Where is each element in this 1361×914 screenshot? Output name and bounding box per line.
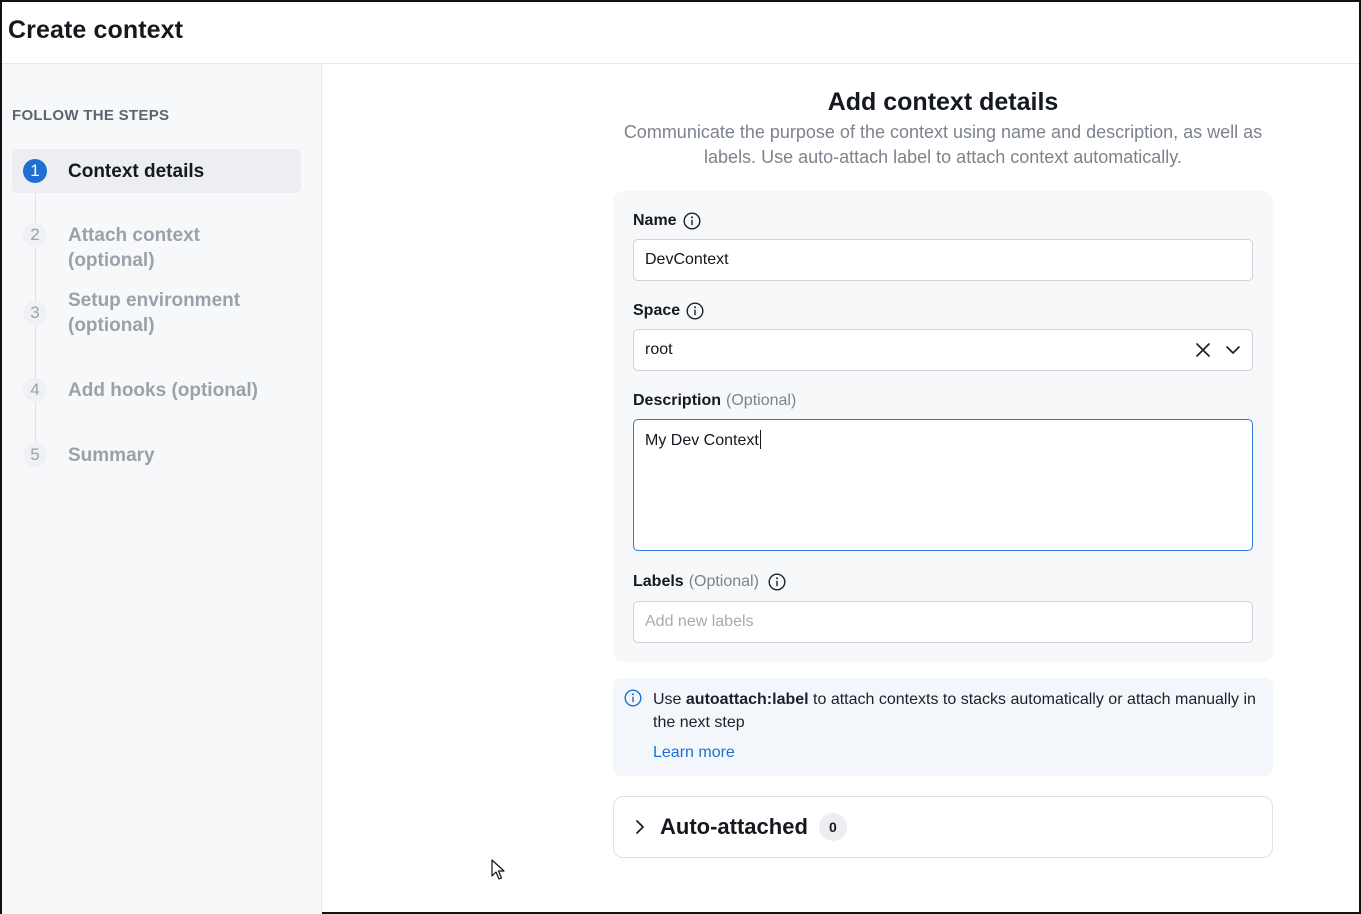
optional-tag: (Optional) <box>688 573 759 590</box>
step-setup-environment[interactable]: 3 Setup environment (optional) <box>12 288 301 338</box>
notice-prefix: Use <box>653 691 682 708</box>
name-field-label: Name <box>633 212 701 230</box>
step-number: 2 <box>23 223 47 247</box>
info-icon <box>624 689 642 712</box>
page-title: Create context <box>8 16 184 44</box>
info-icon[interactable] <box>686 302 704 320</box>
step-label: Context details <box>68 160 205 182</box>
labels-label-text: Labels <box>633 573 684 590</box>
description-textarea[interactable]: My Dev Context <box>633 419 1253 551</box>
step-number: 3 <box>23 301 47 325</box>
space-label-text: Space <box>633 302 681 319</box>
auto-attached-accordion[interactable]: Auto-attached 0 <box>613 796 1273 858</box>
learn-more-link[interactable]: Learn more <box>653 744 735 762</box>
description-value: My Dev Context <box>645 432 759 449</box>
select-controls <box>1194 341 1242 359</box>
info-icon[interactable] <box>683 212 701 230</box>
space-field-label: Space <box>633 302 704 320</box>
optional-tag: (Optional) <box>726 392 797 409</box>
step-add-hooks[interactable]: 4 Add hooks (optional) <box>12 378 301 403</box>
name-input[interactable]: DevContext <box>633 239 1253 281</box>
notice-keyword: autoattach:label <box>685 691 809 708</box>
step-summary[interactable]: 5 Summary <box>12 443 301 468</box>
step-number: 1 <box>23 159 47 183</box>
autoattach-notice: Use autoattach:label to attach contexts … <box>613 678 1273 776</box>
name-label-text: Name <box>633 212 677 229</box>
chevron-down-icon[interactable] <box>1224 341 1242 359</box>
labels-field-label: Labels (Optional) <box>633 573 786 591</box>
step-number: 5 <box>23 443 47 467</box>
step-attach-context[interactable]: 2 Attach context (optional) <box>12 223 301 273</box>
space-selected-value: root <box>645 341 673 358</box>
labels-input[interactable]: Add new labels <box>633 601 1253 643</box>
section-title: Add context details <box>827 88 1059 116</box>
clear-icon[interactable] <box>1194 341 1212 359</box>
step-label: Add hooks (optional) <box>68 380 258 401</box>
app-window: Create context FOLLOW THE STEPS 1 Contex… <box>0 0 1361 914</box>
info-icon[interactable] <box>768 573 786 591</box>
step-label: Summary <box>68 445 155 466</box>
space-select[interactable]: root <box>633 329 1253 371</box>
chevron-right-icon <box>632 818 648 836</box>
count-badge: 0 <box>818 813 847 841</box>
page-header: Create context <box>2 2 1359 64</box>
notice-text: Use autoattach:label to attach contexts … <box>653 688 1263 734</box>
description-field-label: Description (Optional) <box>633 392 796 410</box>
step-context-details[interactable]: 1 Context details <box>12 149 301 193</box>
section-subtitle: Communicate the purpose of the context u… <box>623 122 1263 167</box>
steps-sidebar: FOLLOW THE STEPS 1 Context details 2 Att… <box>2 64 322 914</box>
context-form: Name DevContext Space root Description (… <box>613 191 1273 662</box>
steps-heading: FOLLOW THE STEPS <box>12 107 170 124</box>
step-number: 4 <box>23 378 47 402</box>
step-label: Attach context (optional) <box>68 225 200 271</box>
description-label-text: Description <box>633 392 722 409</box>
accordion-title: Auto-attached <box>660 814 808 839</box>
step-label: Setup environment (optional) <box>68 290 241 336</box>
text-caret <box>759 430 761 449</box>
mouse-pointer-icon <box>491 859 507 886</box>
